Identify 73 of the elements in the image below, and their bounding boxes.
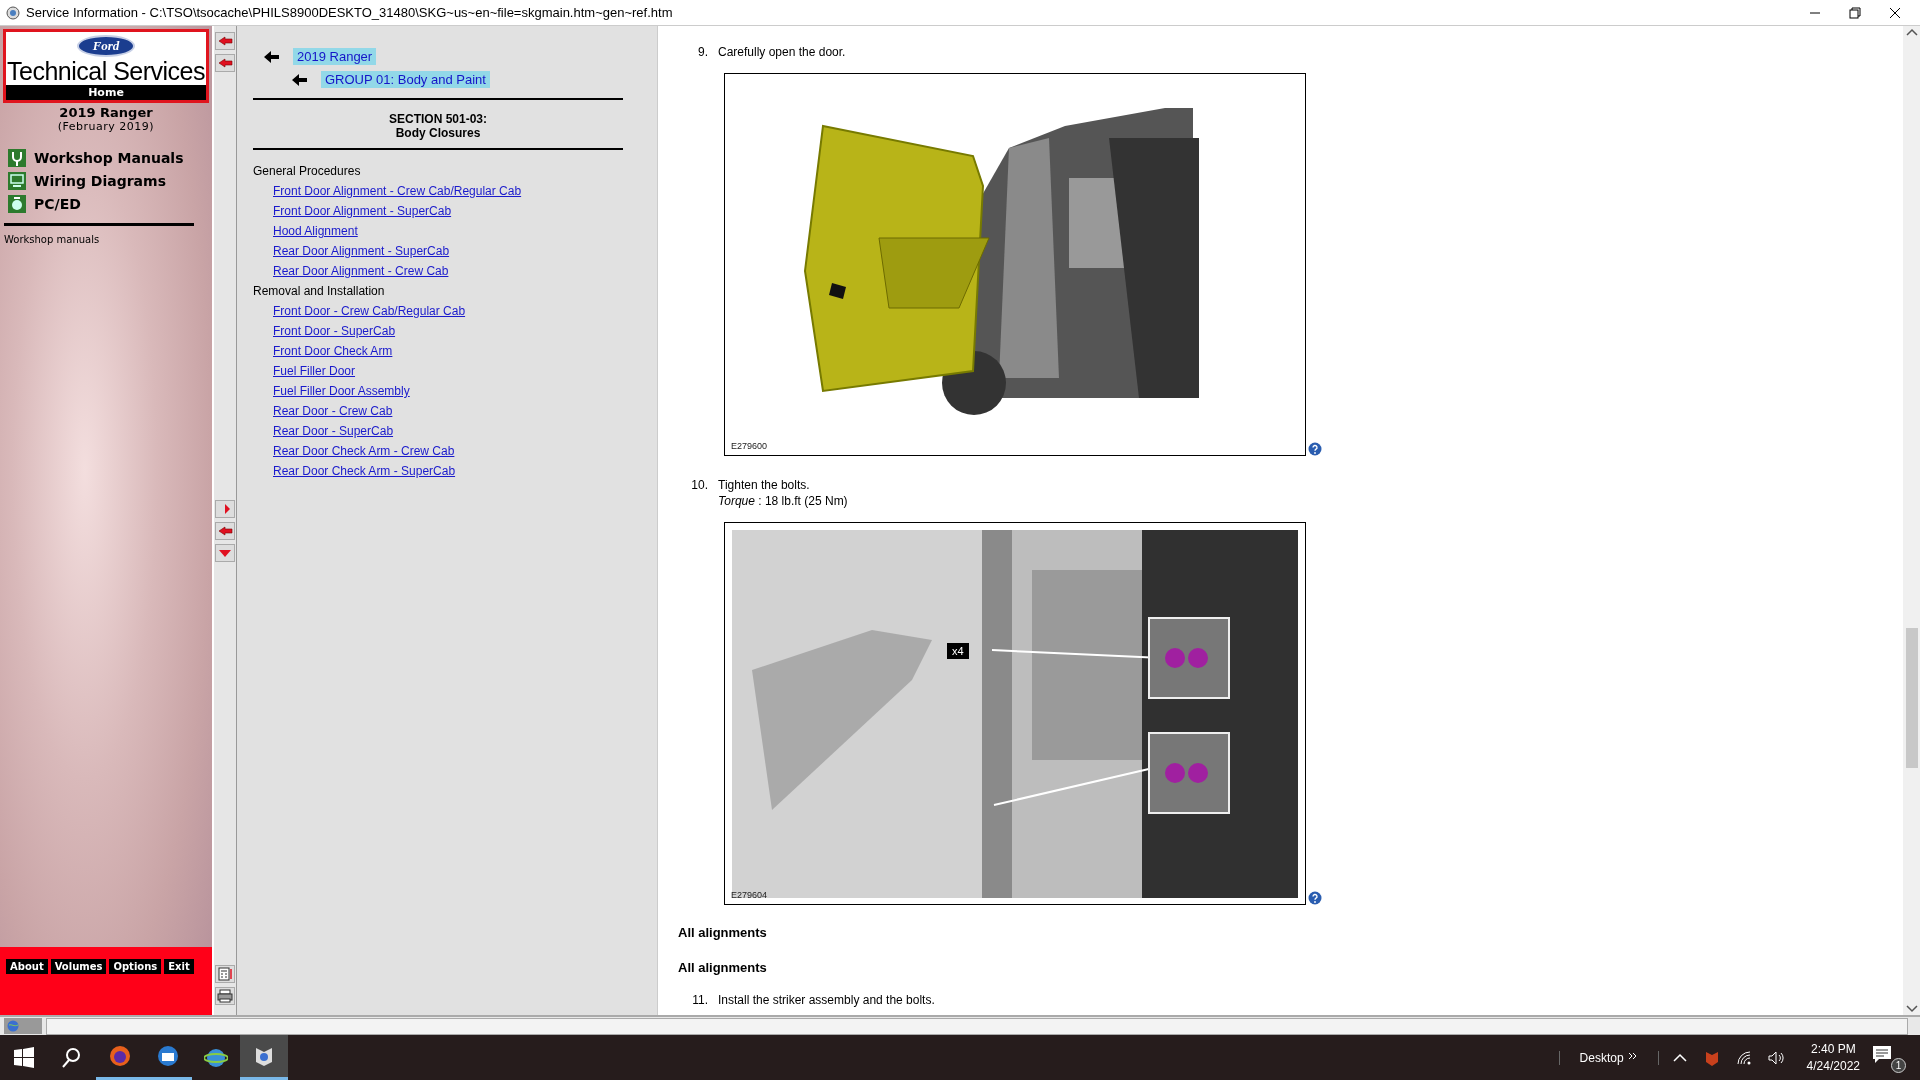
mail-icon[interactable]	[156, 1044, 180, 1068]
home-link[interactable]: Home	[6, 85, 206, 100]
clock-time[interactable]: 2:40 PM	[1806, 1040, 1860, 1058]
procedure-link[interactable]: Rear Door Alignment - SuperCab	[273, 244, 657, 258]
wifi-icon[interactable]	[1734, 1048, 1753, 1067]
arrow-left-icon[interactable]	[215, 522, 235, 540]
procedure-link[interactable]: Front Door - SuperCab	[273, 324, 657, 338]
section-number: SECTION 501-03:	[387, 112, 488, 126]
menu-button[interactable]: Exit	[164, 959, 194, 974]
arrow-right-icon[interactable]	[215, 500, 235, 518]
procedure-link[interactable]: Fuel Filler Door Assembly	[273, 384, 657, 398]
procedure-link[interactable]: Rear Door Alignment - Crew Cab	[273, 264, 657, 278]
section-title: Body Closures	[394, 126, 482, 140]
procedure-link[interactable]: Fuel Filler Door	[273, 364, 657, 378]
app-icon	[6, 5, 20, 20]
figure-code: E279604	[731, 890, 768, 900]
close-icon[interactable]	[1888, 5, 1902, 20]
breadcrumb-link[interactable]: 2019 Ranger	[293, 48, 377, 65]
procedure-link[interactable]: Rear Door Check Arm - SuperCab	[273, 464, 657, 478]
procedure-link[interactable]: Front Door Alignment - Crew Cab/Regular Cab	[273, 184, 657, 198]
sidebar-item[interactable]: Wiring Diagrams	[8, 172, 212, 190]
procedure-link[interactable]: Front Door Check Arm	[273, 344, 657, 358]
callout-label: x4	[947, 643, 969, 659]
arrow-left-icon[interactable]	[215, 54, 235, 72]
section-heading: All alignments	[678, 925, 768, 940]
procedure-link[interactable]: Hood Alignment	[273, 224, 657, 238]
arrow-down-icon[interactable]	[215, 544, 235, 562]
menu-button[interactable]: About	[6, 959, 48, 974]
sidebar-item[interactable]: PC/ED	[8, 195, 212, 213]
step-text: Install the striker assembly and the bolts.	[718, 993, 935, 1007]
menu-button[interactable]: Volumes	[50, 959, 107, 974]
procedure-link[interactable]: Front Door Alignment - SuperCab	[273, 204, 657, 218]
brand-logo: Ford	[76, 35, 136, 57]
procedure-link[interactable]: Rear Door - Crew Cab	[273, 404, 657, 418]
help-icon[interactable]	[1308, 891, 1322, 905]
printer-icon[interactable]	[215, 987, 235, 1005]
menu-button[interactable]: Options	[109, 959, 162, 974]
notification-badge: 1	[1891, 1057, 1906, 1073]
back-arrow-icon[interactable]	[263, 49, 279, 64]
arrow-left-icon[interactable]	[215, 32, 235, 50]
globe-icon	[7, 1020, 19, 1032]
sidebar-item[interactable]: Workshop Manuals	[8, 149, 212, 167]
logo-banner[interactable]: Ford Technical Services Home	[3, 29, 209, 103]
diagram-icon	[8, 172, 26, 190]
step-number: 10.	[690, 478, 709, 494]
breadcrumb-link[interactable]: GROUP 01: Body and Paint	[321, 71, 490, 88]
window-title: Service Information - C:\TSO\tsocache\PHILS8900DESKTO_31480\SKG~us~en~file=skgmain.htm~gen~ref.htm	[26, 5, 674, 20]
browser-icon[interactable]	[108, 1044, 132, 1068]
edition-date: (February 2019)	[56, 120, 156, 133]
restore-icon[interactable]	[1848, 5, 1862, 20]
group-heading: Removal and Installation	[253, 284, 386, 298]
model-name: 2019 Ranger	[58, 105, 154, 120]
step-number: 9.	[697, 45, 709, 59]
step-number: 11.	[691, 993, 709, 1007]
clock-date[interactable]: 4/24/2022	[1806, 1057, 1860, 1075]
procedure-link[interactable]: Rear Door Check Arm - Crew Cab	[273, 444, 657, 458]
banner-title: Technical Services	[7, 57, 205, 85]
toolbar-label[interactable]: Desktop	[1579, 1050, 1624, 1065]
scrollbar-thumb[interactable]	[1905, 628, 1918, 768]
double-chevron-icon[interactable]	[1627, 1050, 1638, 1061]
back-arrow-icon[interactable]	[291, 72, 307, 87]
section-heading: All alignments	[678, 960, 768, 975]
group-heading: General Procedures	[253, 164, 362, 178]
calculator-icon[interactable]	[215, 965, 235, 983]
torque-spec: Torque : 18 lb.ft (25 Nm)	[718, 494, 848, 508]
windows-icon[interactable]	[12, 1045, 36, 1070]
step-text: Carefully open the door.	[718, 45, 846, 59]
procedure-link[interactable]: Rear Door - SuperCab	[273, 424, 657, 438]
figure-code: E279600	[731, 441, 768, 451]
step-text: Tighten the bolts.	[718, 478, 811, 492]
section-label: Workshop manuals	[4, 234, 101, 245]
help-icon[interactable]	[1308, 442, 1322, 456]
procedure-link[interactable]: Front Door - Crew Cab/Regular Cab	[273, 304, 657, 318]
